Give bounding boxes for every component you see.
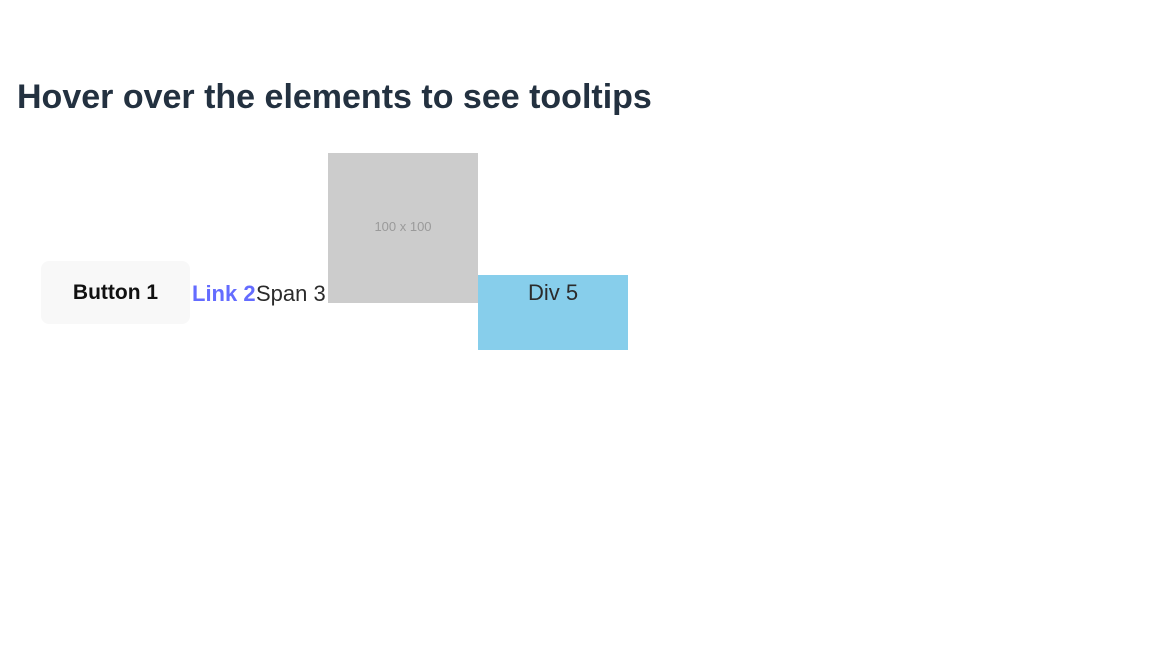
link-2[interactable]: Link 2: [192, 281, 256, 307]
page-title: Hover over the elements to see tooltips: [17, 78, 652, 116]
div-5[interactable]: Div 5: [478, 275, 628, 350]
image-4[interactable]: 100 x 100: [328, 153, 478, 303]
image-placeholder-text: 100 x 100: [374, 218, 432, 234]
span-3[interactable]: Span 3: [256, 281, 326, 307]
button-1[interactable]: Button 1: [41, 261, 190, 324]
tooltip-elements-row: Button 1 Link 2 Span 3 100 x 100 Div 5: [41, 153, 641, 353]
